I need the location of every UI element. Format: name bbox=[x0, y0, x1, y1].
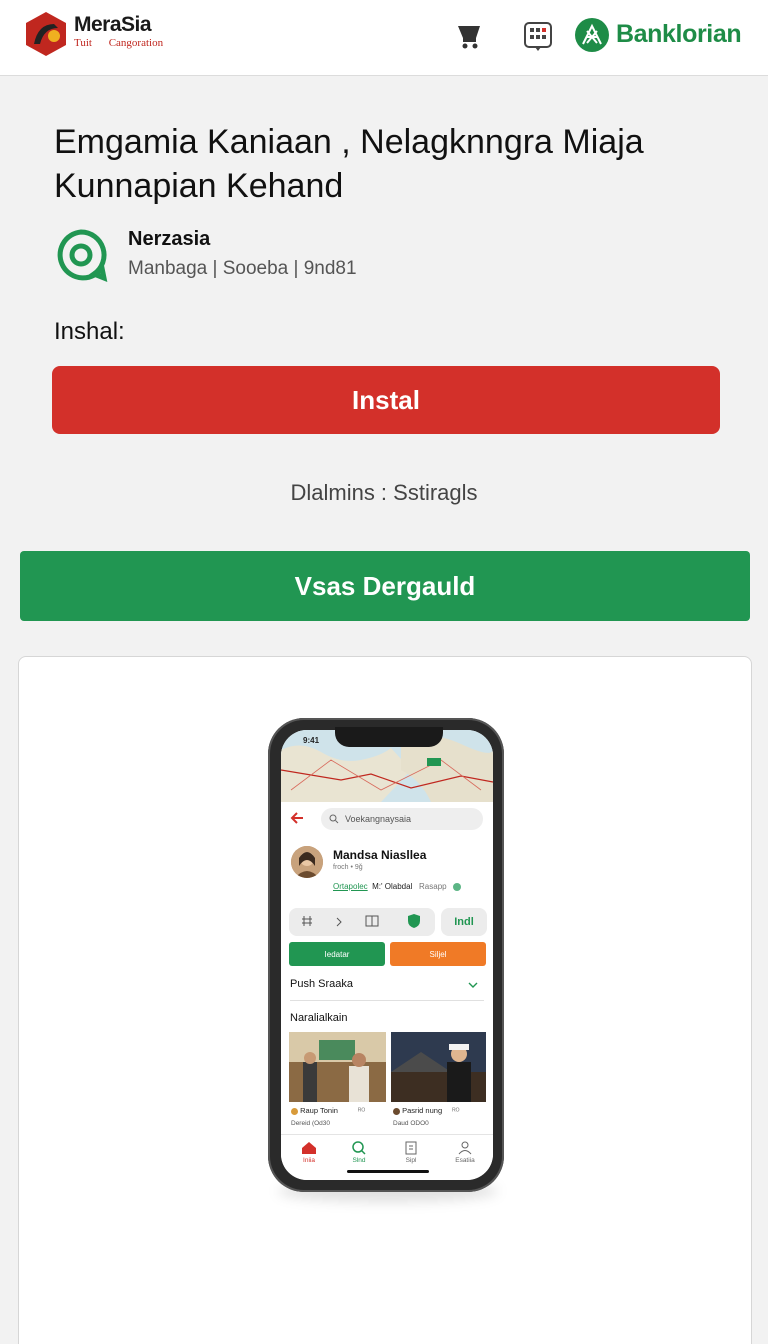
search-placeholder: Voekangnaysaia bbox=[345, 814, 412, 824]
bookmark-icon bbox=[405, 1141, 417, 1155]
nav-profile[interactable]: Esatiia bbox=[445, 1141, 485, 1164]
profile-link-3[interactable]: Rasapp bbox=[419, 882, 447, 891]
section-gallery-title: Naralialkain bbox=[290, 1012, 348, 1024]
install-button[interactable]: Instal bbox=[52, 366, 720, 434]
search-icon bbox=[329, 814, 339, 824]
brand-sub-right: Cangoration bbox=[108, 37, 164, 49]
install-label: Inshal: bbox=[54, 318, 125, 345]
cart-icon[interactable] bbox=[454, 20, 486, 52]
card2-meta: Daud ODO0 bbox=[393, 1120, 429, 1127]
nav-saved-label: Sipl bbox=[405, 1157, 417, 1164]
profile-sub: froch • 9ǧ bbox=[333, 864, 363, 871]
avatar[interactable] bbox=[291, 846, 323, 878]
card1-meta: Dereid (Od30 bbox=[291, 1120, 331, 1127]
status-time: 9:41 bbox=[303, 736, 320, 745]
search-input[interactable]: Voekangnaysaia bbox=[321, 808, 483, 830]
profile-link-1[interactable]: Ortapolec bbox=[333, 882, 368, 891]
apps-icon[interactable] bbox=[522, 20, 554, 52]
home-indicator bbox=[347, 1170, 429, 1173]
chevron-down-icon[interactable] bbox=[467, 980, 479, 990]
profile-link-2[interactable]: M:' Olabdal bbox=[372, 882, 412, 891]
brand-wordmark[interactable]: MeraSia Tuit Cangoration bbox=[74, 14, 163, 50]
section-push[interactable]: Push Sraaka bbox=[290, 978, 353, 990]
user-icon bbox=[458, 1141, 472, 1155]
grid-icon[interactable] bbox=[301, 915, 313, 927]
gallery-photo-1[interactable] bbox=[289, 1032, 386, 1102]
book-icon[interactable] bbox=[365, 915, 379, 927]
brand-logo-icon[interactable] bbox=[24, 10, 68, 58]
nav-home[interactable]: Iniia bbox=[289, 1141, 329, 1164]
search-icon bbox=[352, 1141, 366, 1155]
shield-icon[interactable] bbox=[407, 913, 421, 929]
chevron-right-icon[interactable] bbox=[335, 916, 343, 928]
partner-name[interactable]: Banklorian bbox=[616, 20, 742, 49]
card1-title: Raup Tonin bbox=[300, 1106, 338, 1115]
card2-num: ᴿᴼ bbox=[452, 1106, 460, 1115]
mini-orange-button[interactable]: Siljel bbox=[390, 942, 486, 966]
card2-title: Pasrid nung bbox=[402, 1106, 443, 1115]
home-icon bbox=[302, 1142, 316, 1154]
bank-logo-icon[interactable] bbox=[574, 17, 610, 53]
back-arrow-icon[interactable] bbox=[289, 808, 309, 828]
publisher-name[interactable]: Nerzasia bbox=[128, 228, 210, 251]
nav-saved[interactable]: Sipl bbox=[391, 1141, 431, 1164]
app-title: Emgamia Kaniaan , Nelagknngra Miaja Kunn… bbox=[54, 123, 644, 205]
side-pill[interactable]: Indl bbox=[441, 908, 487, 936]
status-dot bbox=[452, 882, 461, 891]
publisher-chat-icon bbox=[57, 229, 108, 282]
top-header: MeraSia Tuit Cangoration Banklorian bbox=[0, 0, 768, 76]
details-text[interactable]: Dlalmins : Sstiragls bbox=[0, 480, 768, 506]
divider bbox=[290, 1000, 484, 1001]
card1-num: ᴿᴼ bbox=[358, 1106, 366, 1115]
side-pill-label: Indl bbox=[454, 916, 474, 928]
brand-sub-left: Tuit bbox=[74, 37, 92, 49]
user-dot-1 bbox=[291, 1107, 298, 1115]
bottom-nav: Iniia Slnd Sipl Esatiia bbox=[281, 1134, 493, 1180]
nav-search-label: Slnd bbox=[352, 1157, 366, 1164]
mini-green-button[interactable]: Iedatar bbox=[289, 942, 385, 966]
action-pill-row bbox=[289, 908, 435, 936]
gallery-photo-2[interactable] bbox=[391, 1032, 486, 1102]
profile-name: Mandsa Niasllea bbox=[333, 848, 427, 862]
phone-screen: 9:41 Voekangnaysaia Mandsa Niasllea froc… bbox=[281, 730, 493, 1180]
secondary-action-button[interactable]: Vsas Dergauld bbox=[20, 551, 750, 621]
phone-notch bbox=[335, 727, 443, 747]
nav-home-label: Iniia bbox=[303, 1157, 315, 1164]
nav-profile-label: Esatiia bbox=[455, 1157, 475, 1164]
brand-name: MeraSia bbox=[74, 13, 152, 36]
publisher-meta: Manbaga | Sooeba | 9nd81 bbox=[128, 258, 357, 279]
user-dot-2 bbox=[393, 1107, 400, 1115]
nav-search[interactable]: Slnd bbox=[339, 1141, 379, 1164]
